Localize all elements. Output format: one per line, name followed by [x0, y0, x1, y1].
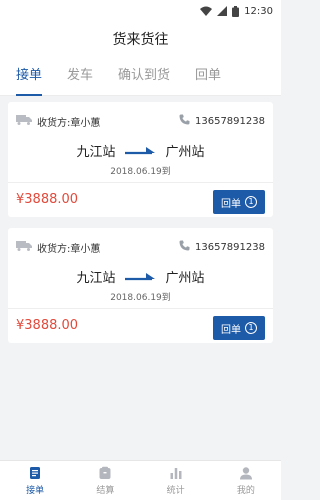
nav-label: 接单 [26, 485, 45, 496]
arrival-date: 2018.06.19到 [110, 167, 171, 177]
order-price: ¥3888.00 [16, 318, 79, 333]
document-icon [30, 466, 41, 479]
destination-station: 广州站 [165, 270, 205, 286]
page-header: 货来货往 [0, 22, 281, 56]
tab-dispatch[interactable]: 发车 [67, 56, 93, 96]
wifi-icon [200, 6, 213, 16]
receipt-button-label: 回单 [221, 198, 241, 210]
truck-icon [16, 114, 32, 128]
consignee-label: 收货方:章小蕙 [37, 243, 101, 255]
tab-accept-orders[interactable]: 接单 [16, 56, 43, 96]
phone-number[interactable]: 13657891238 [195, 116, 265, 127]
nav-item-profile[interactable]: 我的 [211, 461, 281, 500]
route: 九江站 广州站 [8, 264, 273, 288]
signal-icon [217, 6, 228, 16]
nav-item-statistics[interactable]: 统计 [141, 461, 211, 500]
order-card-top-row: 收货方:章小蕙 13657891238 [16, 238, 265, 256]
page-title: 货来货往 [112, 32, 169, 48]
receipt-count-badge: 1 [245, 322, 257, 334]
receipt-button[interactable]: 回单 1 [213, 190, 265, 214]
tab-bar: 接单 发车 确认到货 回单 [0, 56, 281, 96]
receipt-button-label: 回单 [221, 324, 241, 336]
arrival-date: 2018.06.19到 [110, 293, 171, 303]
wallet-icon [99, 466, 111, 479]
nav-label: 结算 [96, 485, 115, 496]
order-card-top-row: 收货方:章小蕙 13657891238 [16, 112, 265, 130]
tab-receipt[interactable]: 回单 [195, 56, 221, 96]
consignee-label: 收货方:章小蕙 [37, 117, 101, 129]
destination-station: 广州站 [165, 144, 205, 160]
route-arrow-icon [124, 147, 155, 155]
phone-icon[interactable] [179, 240, 190, 254]
status-time: 12:30 [244, 5, 273, 17]
order-price: ¥3888.00 [16, 192, 79, 207]
bar-chart-icon [170, 467, 182, 479]
bottom-nav: 接单 结算 统计 我的 [0, 460, 281, 500]
nav-label: 统计 [166, 485, 185, 496]
card-divider [8, 308, 273, 309]
origin-station: 九江站 [76, 270, 116, 286]
receipt-button[interactable]: 回单 1 [213, 316, 265, 340]
nav-label: 我的 [236, 485, 255, 496]
user-icon [239, 466, 252, 479]
route-arrow-icon [124, 273, 155, 281]
card-divider [8, 182, 273, 183]
origin-station: 九江站 [76, 144, 116, 160]
phone-number[interactable]: 13657891238 [195, 242, 265, 253]
nav-item-accept-orders[interactable]: 接单 [0, 461, 70, 500]
order-card[interactable]: 收货方:章小蕙 13657891238 九江站 广州站 2018.06.19到 … [8, 102, 273, 217]
status-bar: 12:30 [0, 0, 281, 22]
route: 九江站 广州站 [8, 138, 273, 162]
nav-item-settlement[interactable]: 结算 [70, 461, 140, 500]
phone-icon[interactable] [179, 114, 190, 128]
truck-icon [16, 240, 32, 254]
tab-confirm-arrival[interactable]: 确认到货 [118, 56, 170, 96]
battery-icon [232, 5, 240, 17]
receipt-count-badge: 1 [245, 196, 257, 208]
order-card[interactable]: 收货方:章小蕙 13657891238 九江站 广州站 2018.06.19到 … [8, 228, 273, 343]
